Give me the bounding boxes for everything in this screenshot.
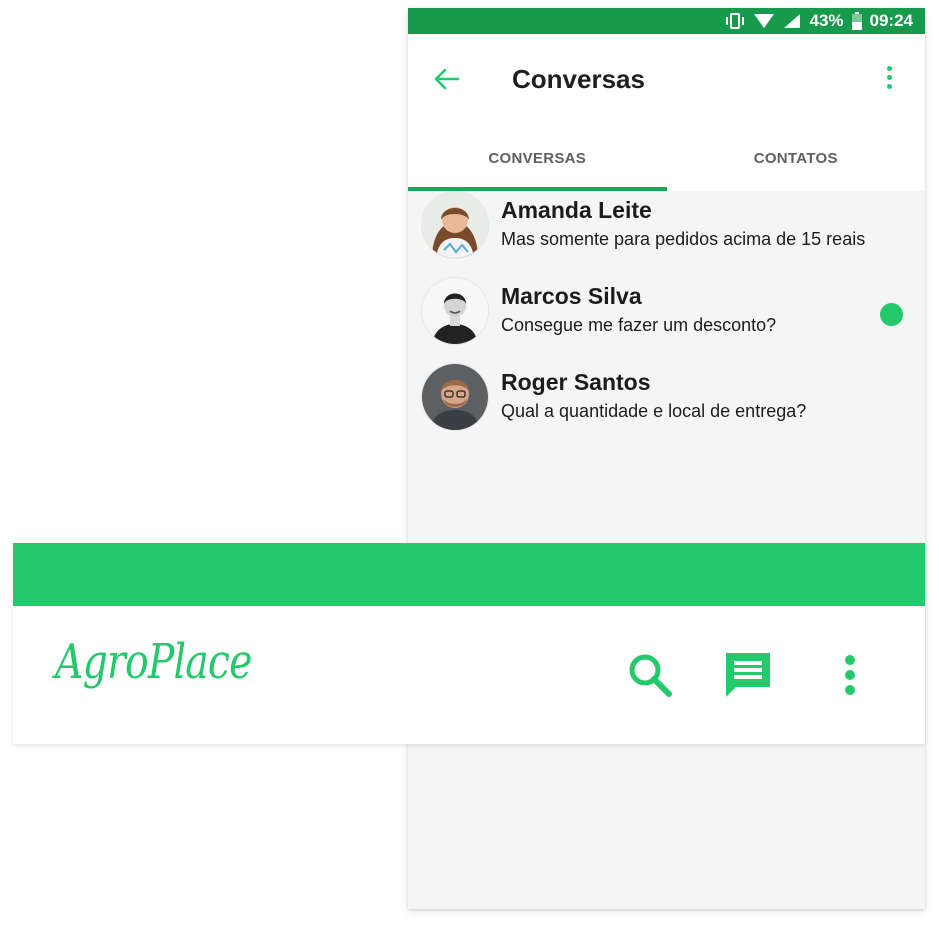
avatar bbox=[422, 192, 488, 258]
more-vert-icon-dot bbox=[845, 655, 855, 665]
message-preview: Consegue me fazer um desconto? bbox=[501, 315, 777, 335]
message-preview: Qual a quantidade e local de entrega? bbox=[501, 401, 807, 421]
contact-name: Marcos Silva bbox=[501, 283, 642, 309]
battery-percent: 43% bbox=[809, 11, 844, 30]
tab-conversas[interactable]: CONVERSAS bbox=[408, 126, 667, 191]
conversation-item[interactable]: Marcos Silva Consegue me fazer um descon… bbox=[408, 277, 925, 363]
message-icon bbox=[726, 653, 770, 697]
contact-name: Amanda Leite bbox=[501, 197, 652, 223]
unread-indicator bbox=[880, 303, 903, 326]
arrow-left-icon bbox=[434, 68, 460, 90]
app-logo: AgroPlace bbox=[55, 634, 252, 690]
vibrate-icon bbox=[725, 13, 745, 29]
status-bar: 43% 09:24 bbox=[408, 8, 925, 34]
conversation-item[interactable]: Amanda Leite Mas somente para pedidos ac… bbox=[408, 191, 925, 277]
back-button[interactable] bbox=[432, 64, 462, 94]
wifi-icon bbox=[753, 13, 775, 29]
conversation-item[interactable]: Roger Santos Qual a quantidade e local d… bbox=[408, 363, 925, 449]
more-options-button[interactable] bbox=[879, 62, 899, 92]
more-vert-icon-dot bbox=[845, 685, 855, 695]
app-bar: Conversas CONVERSAS CONTATOS bbox=[408, 34, 925, 191]
contact-name: Roger Santos bbox=[501, 369, 651, 395]
more-vert-icon-dot bbox=[845, 670, 855, 680]
signal-icon bbox=[783, 13, 801, 29]
header-color-band bbox=[13, 543, 925, 606]
page-title: Conversas bbox=[512, 64, 645, 94]
phone-screen: 43% 09:24 Conversas CONVERSAS CONTATOS A… bbox=[408, 8, 925, 909]
more-vert-icon-dot bbox=[886, 83, 892, 89]
clock: 09:24 bbox=[869, 11, 913, 30]
messages-button[interactable] bbox=[721, 648, 775, 702]
search-icon bbox=[629, 654, 672, 697]
tab-contatos[interactable]: CONTATOS bbox=[667, 126, 926, 191]
avatar bbox=[422, 364, 488, 430]
search-button[interactable] bbox=[623, 648, 677, 702]
message-preview: Mas somente para pedidos acima de 15 rea… bbox=[501, 229, 866, 249]
more-vert-icon-dot bbox=[886, 74, 892, 80]
avatar bbox=[422, 278, 488, 344]
overflow-menu-button[interactable] bbox=[835, 648, 865, 702]
conversation-list: Amanda Leite Mas somente para pedidos ac… bbox=[408, 191, 925, 449]
battery-icon bbox=[851, 12, 862, 30]
header-toolbar: AgroPlace bbox=[13, 606, 925, 744]
app-header-preview: AgroPlace bbox=[13, 543, 925, 744]
tab-bar: CONVERSAS CONTATOS bbox=[408, 126, 925, 191]
more-vert-icon-dot bbox=[886, 65, 892, 71]
